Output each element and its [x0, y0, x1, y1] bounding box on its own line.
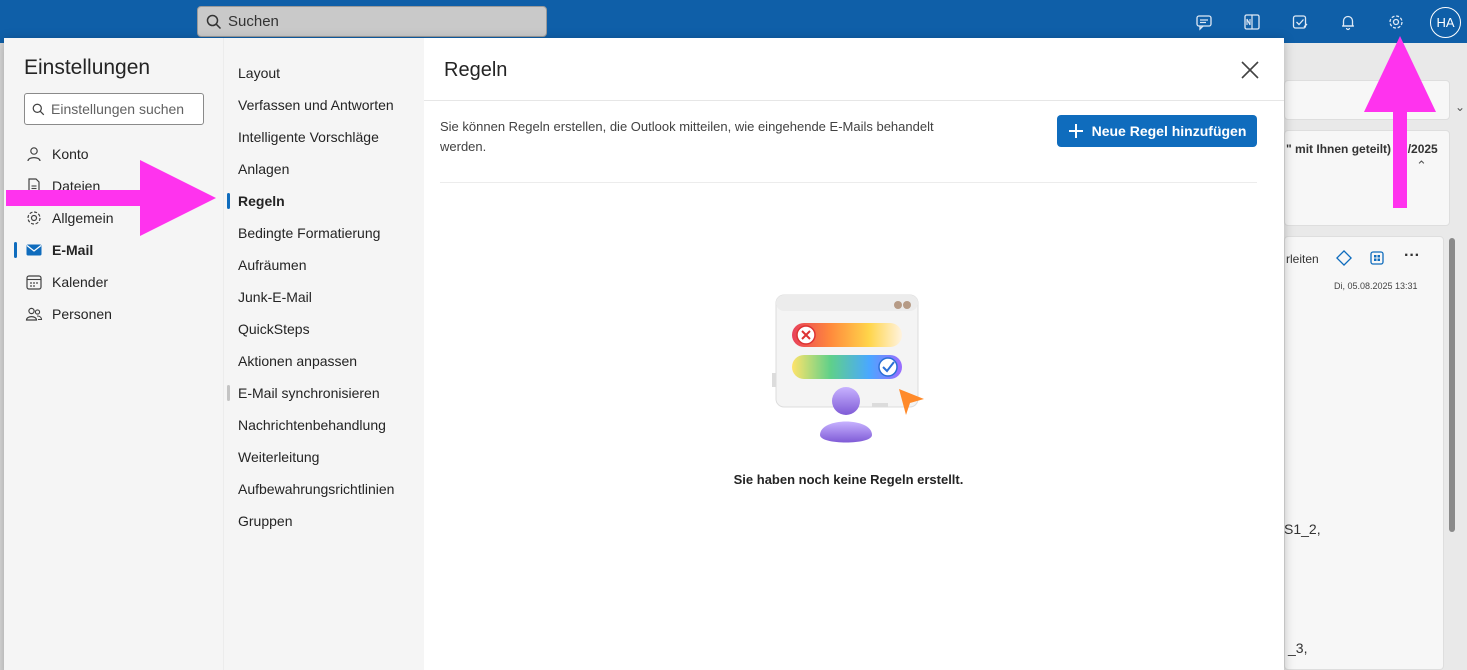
subcategory-aufbewahrung[interactable]: Aufbewahrungsrichtlinien [238, 479, 394, 499]
search-icon [32, 103, 45, 115]
close-icon [1241, 61, 1259, 79]
subcategory-formatierung[interactable]: Bedingte Formatierung [238, 223, 380, 243]
subcategory-aufraeumen[interactable]: Aufräumen [238, 255, 306, 275]
settings-search-box[interactable] [24, 93, 204, 125]
rules-header: Regeln [424, 38, 1284, 101]
subcategory-anlagen[interactable]: Anlagen [238, 159, 289, 179]
annotation-arrow-up-icon [1364, 36, 1436, 208]
add-rule-button[interactable]: Neue Regel hinzufügen [1057, 115, 1257, 147]
subcategory-verfassen[interactable]: Verfassen und Antworten [238, 95, 394, 115]
search-icon [206, 14, 222, 29]
chat-icon[interactable] [1190, 8, 1218, 36]
category-label: Personen [52, 306, 112, 322]
add-rule-label: Neue Regel hinzufügen [1091, 123, 1247, 139]
onenote-icon[interactable] [1238, 8, 1266, 36]
subcategory-junk[interactable]: Junk-E-Mail [238, 287, 312, 307]
category-email[interactable]: E-Mail [14, 236, 214, 264]
bell-icon[interactable] [1334, 8, 1362, 36]
calendar-icon [24, 272, 44, 292]
page-title: Regeln [444, 59, 508, 81]
hover-indicator [227, 385, 230, 401]
subcategory-regeln[interactable]: Regeln [238, 191, 285, 211]
mail-icon [24, 240, 44, 260]
settings-subcategory-nav: Layout Verfassen und Antworten Intellige… [223, 38, 424, 670]
chevron-down-icon: ⌄ [1455, 100, 1466, 114]
background-snippet-3: _3, [1288, 640, 1308, 656]
divider [440, 182, 1257, 183]
settings-dialog: Einstellungen Konto Dateien Allgemein E-… [4, 38, 1284, 670]
background-reading-pane [1284, 236, 1444, 670]
background-forward-label: rleiten [1286, 252, 1319, 266]
category-label: E-Mail [52, 242, 94, 258]
global-search-label: Suchen [228, 13, 279, 30]
rules-panel: Regeln Sie können Regeln erstellen, die … [424, 38, 1284, 670]
active-indicator [227, 193, 230, 209]
todo-icon[interactable] [1286, 8, 1314, 36]
background-date: Di, 05.08.2025 13:31 [1334, 281, 1418, 291]
subcategory-synchronisieren[interactable]: E-Mail synchronisieren [238, 383, 380, 403]
subcategory-weiterleitung[interactable]: Weiterleitung [238, 447, 319, 467]
subcategory-quicksteps[interactable]: QuickSteps [238, 319, 310, 339]
settings-search-input[interactable] [51, 101, 191, 117]
apps-icon [1369, 250, 1385, 269]
subcategory-nachrichtenbehandlung[interactable]: Nachrichtenbehandlung [238, 415, 386, 435]
background-snippet-2: S1_2, [1284, 521, 1321, 537]
empty-rules-illustration [772, 294, 924, 443]
category-kalender[interactable]: Kalender [14, 268, 214, 296]
subcategory-layout[interactable]: Layout [238, 63, 280, 83]
more-icon: ··· [1404, 247, 1420, 264]
subcategory-aktionen[interactable]: Aktionen anpassen [238, 351, 357, 371]
empty-state-message: Sie haben noch keine Regeln erstellt. [733, 472, 964, 487]
close-button[interactable] [1238, 58, 1262, 82]
subcategory-vorschlaege[interactable]: Intelligente Vorschläge [238, 127, 379, 147]
annotation-arrow-right-icon [6, 160, 216, 236]
forward-icon [1336, 250, 1352, 269]
category-personen[interactable]: Personen [14, 300, 214, 328]
gear-icon[interactable] [1382, 8, 1410, 36]
category-label: Kalender [52, 274, 109, 290]
settings-category-nav: Einstellungen Konto Dateien Allgemein E-… [4, 38, 223, 670]
background-scrollbar[interactable] [1449, 238, 1455, 532]
settings-title: Einstellungen [24, 56, 151, 79]
people-icon [24, 304, 44, 324]
global-search-box[interactable]: Suchen [197, 6, 547, 37]
top-bar: Suchen HA [0, 0, 1467, 43]
rules-description: Sie können Regeln erstellen, die Outlook… [440, 119, 934, 154]
subcategory-gruppen[interactable]: Gruppen [238, 511, 292, 531]
avatar[interactable]: HA [1430, 6, 1461, 38]
plus-icon [1068, 123, 1084, 139]
